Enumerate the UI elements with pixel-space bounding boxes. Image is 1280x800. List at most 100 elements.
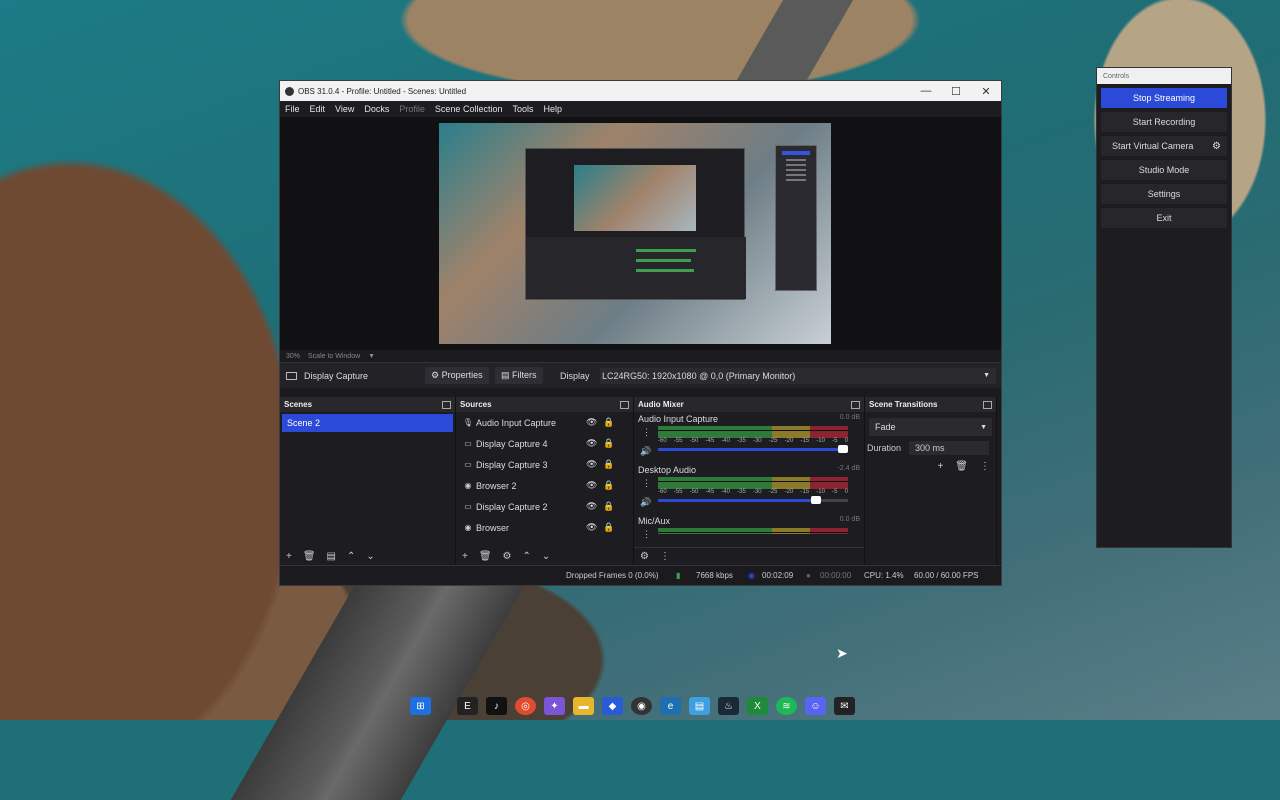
lock-icon[interactable]: 🔒 xyxy=(603,480,614,491)
zoom-percent: 30% xyxy=(286,352,301,360)
app-icon[interactable]: ▤ xyxy=(689,697,710,715)
status-bar: Dropped Frames 0 (0.0%) ▮ 7668 kbps ◉ 00… xyxy=(280,565,1001,585)
tiktok-icon[interactable]: ♪ xyxy=(486,697,507,715)
menu-tools[interactable]: Tools xyxy=(512,104,533,114)
lock-icon[interactable]: 🔒 xyxy=(603,417,614,428)
docks-area: Scenes Scene 2 + 🗑 ▤ ⌃ ⌄ Sources 🎙 Audio … xyxy=(280,397,1003,565)
preview-area[interactable] xyxy=(280,117,1001,350)
more-icon[interactable]: ⋮ xyxy=(980,461,990,472)
gear-icon[interactable]: ⚙ xyxy=(640,551,649,562)
arrow-down-icon[interactable]: ⌄ xyxy=(366,551,374,562)
chevron-down-icon[interactable]: ▼ xyxy=(368,353,375,360)
undock-icon[interactable] xyxy=(442,400,451,409)
lock-icon[interactable]: 🔒 xyxy=(603,438,614,449)
trash-icon[interactable]: 🗑 xyxy=(955,461,968,472)
source-item[interactable]: ▭ Display Capture 4 👁 🔒 xyxy=(456,433,633,454)
dropped-frames: Dropped Frames 0 (0.0%) xyxy=(566,571,659,580)
app-icon[interactable]: ✉ xyxy=(834,697,855,715)
arrow-up-icon[interactable]: ⌃ xyxy=(347,551,355,562)
eye-icon[interactable]: 👁 xyxy=(586,417,597,428)
stop-streaming-button[interactable]: Stop Streaming xyxy=(1101,88,1227,108)
source-item[interactable]: ◉ Browser 2 👁 🔒 xyxy=(456,475,633,496)
arrow-down-icon[interactable]: ⌄ xyxy=(542,551,550,562)
undock-icon[interactable] xyxy=(620,400,629,409)
spotify-icon[interactable]: ≋ xyxy=(776,697,797,715)
more-icon[interactable]: ⋮ xyxy=(642,529,651,540)
menu-view[interactable]: View xyxy=(335,104,354,114)
more-icon[interactable]: ⋮ xyxy=(660,551,670,562)
obs-icon[interactable]: ◉ xyxy=(631,697,652,715)
close-button[interactable]: ✕ xyxy=(971,85,1001,98)
folder-icon[interactable]: ▬ xyxy=(573,697,594,715)
speaker-icon[interactable]: 🔊 xyxy=(640,497,651,508)
gear-icon[interactable]: ⚙ xyxy=(503,551,512,562)
copilot-icon[interactable]: ✦ xyxy=(544,697,565,715)
undock-icon[interactable] xyxy=(851,400,860,409)
meter-tick-label: 0 xyxy=(844,489,848,495)
xbox-icon[interactable]: X xyxy=(747,697,768,715)
source-item[interactable]: ▭ Display Capture 2 👁 🔒 xyxy=(456,496,633,517)
eye-icon[interactable]: 👁 xyxy=(586,480,597,491)
add-icon[interactable]: + xyxy=(937,461,943,472)
source-item[interactable]: ◉ Browser 👁 🔒 xyxy=(456,517,633,538)
eye-icon[interactable]: 👁 xyxy=(586,438,597,449)
source-item[interactable]: 🎙 Audio Input Capture 👁 🔒 xyxy=(456,412,633,433)
volume-slider[interactable] xyxy=(658,448,848,451)
nested-controls-panel xyxy=(775,145,817,291)
app-icon[interactable]: ◆ xyxy=(602,697,623,715)
zoom-mode[interactable]: Scale to Window xyxy=(308,353,360,360)
scene-item[interactable]: Scene 2 xyxy=(282,414,453,432)
volume-knob[interactable] xyxy=(838,445,848,453)
epic-games-icon[interactable]: E xyxy=(457,697,478,715)
eye-icon[interactable]: 👁 xyxy=(586,501,597,512)
chevron-down-icon: ▼ xyxy=(980,423,987,431)
gear-icon: ⚙ xyxy=(431,370,442,380)
source-item[interactable]: ▭ Display Capture 3 👁 🔒 xyxy=(456,454,633,475)
discord-icon[interactable]: ☺ xyxy=(805,697,826,715)
trash-icon[interactable]: 🗑 xyxy=(479,551,492,562)
add-icon[interactable]: + xyxy=(462,551,468,562)
arrow-up-icon[interactable]: ⌃ xyxy=(523,551,531,562)
volume-knob[interactable] xyxy=(811,496,822,504)
properties-button[interactable]: ⚙ Properties xyxy=(425,367,489,384)
chrome-icon[interactable]: ◎ xyxy=(515,697,536,715)
duration-label: Duration xyxy=(867,443,902,453)
eye-icon[interactable]: 👁 xyxy=(586,459,597,470)
exit-button[interactable]: Exit xyxy=(1101,208,1227,228)
menu-help[interactable]: Help xyxy=(543,104,562,114)
duration-input[interactable]: 300 ms xyxy=(909,441,990,455)
filter-icon[interactable]: ▤ xyxy=(327,551,336,562)
lock-icon[interactable]: 🔒 xyxy=(603,522,614,533)
minimize-button[interactable]: — xyxy=(911,85,941,98)
trash-icon[interactable]: 🗑 xyxy=(303,551,316,562)
sources-title: Sources xyxy=(460,400,492,409)
more-icon[interactable]: ⋮ xyxy=(642,427,651,438)
meter-tick-label: -35 xyxy=(737,438,746,444)
lock-icon[interactable]: 🔒 xyxy=(603,459,614,470)
start-recording-button[interactable]: Start Recording xyxy=(1101,112,1227,132)
transition-select[interactable]: Fade ▼ xyxy=(869,418,992,436)
add-icon[interactable]: + xyxy=(286,551,292,562)
menu-bar: File Edit View Docks Profile Scene Colle… xyxy=(280,101,1001,117)
more-icon[interactable]: ⋮ xyxy=(642,478,651,489)
menu-edit[interactable]: Edit xyxy=(310,104,326,114)
search-icon[interactable] xyxy=(439,701,449,711)
settings-button[interactable]: Settings xyxy=(1101,184,1227,204)
edge-icon[interactable]: e xyxy=(660,697,681,715)
speaker-icon[interactable]: 🔊 xyxy=(640,446,651,457)
eye-icon[interactable]: 👁 xyxy=(586,522,597,533)
filters-button[interactable]: ▤ Filters xyxy=(495,367,543,384)
lock-icon[interactable]: 🔒 xyxy=(603,501,614,512)
start-virtual-camera-button[interactable]: Start Virtual Camera ⚙ xyxy=(1101,136,1227,156)
display-select[interactable]: LC24RG50: 1920x1080 @ 0,0 (Primary Monit… xyxy=(600,367,996,384)
maximize-button[interactable]: ☐ xyxy=(941,85,971,98)
undock-icon[interactable] xyxy=(983,400,992,409)
steam-icon[interactable]: ♨ xyxy=(718,697,739,715)
menu-scene-collection[interactable]: Scene Collection xyxy=(435,104,503,114)
gear-icon[interactable]: ⚙ xyxy=(1212,141,1221,152)
menu-docks[interactable]: Docks xyxy=(364,104,389,114)
menu-file[interactable]: File xyxy=(285,104,300,114)
studio-mode-button[interactable]: Studio Mode xyxy=(1101,160,1227,180)
windows-start-icon[interactable]: ⊞ xyxy=(410,697,431,715)
menu-profile[interactable]: Profile xyxy=(399,104,425,114)
